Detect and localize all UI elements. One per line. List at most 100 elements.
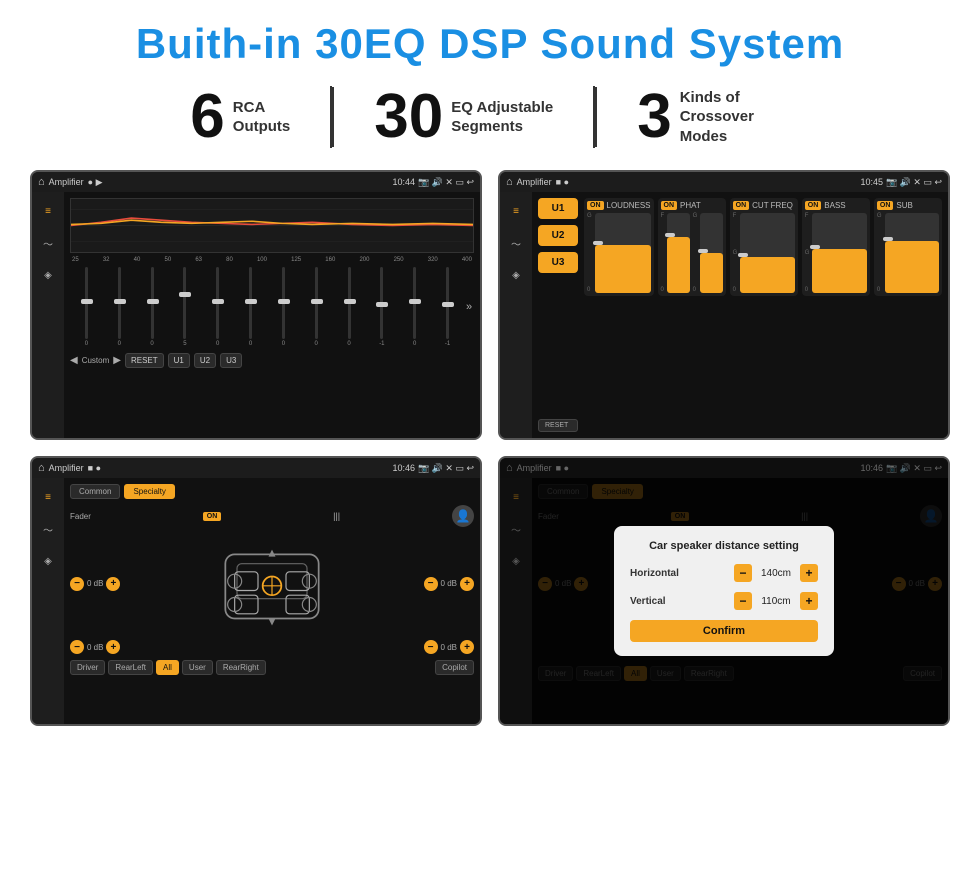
status-icons-fader: 📷 🔊 ✕ ▭ ↩: [418, 463, 474, 474]
eq-slider-6[interactable]: 0: [269, 267, 298, 347]
status-icons-crossover: 📷 🔊 ✕ ▭ ↩: [886, 177, 942, 188]
btn-copilot[interactable]: Copilot: [435, 660, 474, 675]
wave-icon[interactable]: 〜: [37, 232, 59, 254]
horizontal-minus[interactable]: −: [734, 564, 752, 582]
stat-text-crossover: Kinds of Crossover Modes: [680, 88, 790, 147]
horizontal-value: 140cm: [756, 568, 796, 579]
speaker-icon-c[interactable]: ◈: [505, 264, 527, 286]
db-controls-right: − 0 dB +: [424, 577, 474, 591]
fader-on-row: Fader ON ||| 👤: [70, 505, 474, 527]
eq-slider-7[interactable]: 0: [302, 267, 331, 347]
ch-cutfreq: ONCUT FREQ FG0: [730, 198, 798, 296]
side-icons-crossover: ≡ 〜 ◈: [500, 192, 532, 438]
u2-button[interactable]: U2: [194, 353, 216, 368]
prev-button[interactable]: ◀: [70, 355, 78, 366]
play-dots-fader: ■ ●: [88, 463, 101, 473]
play-dots: ● ▶: [88, 177, 103, 188]
sub-slider[interactable]: [885, 213, 939, 293]
ch-phat: ONPHAT F0 G0: [658, 198, 726, 296]
stat-text-rca: RCA Outputs: [233, 98, 291, 137]
tab-specialty[interactable]: Specialty: [124, 484, 174, 499]
eq-slider-1[interactable]: 0: [105, 267, 134, 347]
reset-crossover[interactable]: RESET: [538, 419, 578, 432]
eq-icon[interactable]: ≡: [37, 200, 59, 222]
db-plus-3[interactable]: +: [460, 640, 474, 654]
speaker-icon-f[interactable]: ◈: [37, 550, 59, 572]
btn-all[interactable]: All: [156, 660, 179, 675]
reset-button-eq[interactable]: RESET: [125, 353, 164, 368]
u2-preset[interactable]: U2: [538, 225, 578, 246]
eq-icon-c[interactable]: ≡: [505, 200, 527, 222]
db-value-0: 0 dB: [87, 579, 103, 588]
u3-button[interactable]: U3: [220, 353, 242, 368]
vertical-minus[interactable]: −: [734, 592, 752, 610]
status-bar-crossover: ⌂ Amplifier ■ ● 10:45 📷 🔊 ✕ ▭ ↩: [500, 172, 948, 192]
u1-button[interactable]: U1: [168, 353, 190, 368]
db-plus-1[interactable]: +: [460, 577, 474, 591]
side-icons-eq: ≡ 〜 ◈: [32, 192, 64, 438]
confirm-button[interactable]: Confirm: [630, 620, 818, 642]
crossover-presets: U1 U2 U3 RESET: [538, 198, 578, 432]
eq-icon-f[interactable]: ≡: [37, 486, 59, 508]
car-diagram: [202, 531, 342, 636]
more-icon[interactable]: »: [466, 301, 472, 313]
page-title: Buith-in 30EQ DSP Sound System: [30, 20, 950, 68]
play-button[interactable]: ▶: [113, 355, 121, 366]
crossover-channels-row: ONLOUDNESS G0: [584, 198, 942, 296]
cutfreq-slider[interactable]: [740, 213, 794, 293]
db-plus-0[interactable]: +: [106, 577, 120, 591]
screenshots-grid: ⌂ Amplifier ● ▶ 10:44 📷 🔊 ✕ ▭ ↩ ≡ 〜 ◈: [30, 170, 950, 726]
crossover-main: U1 U2 U3 RESET ONLOUDNESS G0: [532, 192, 948, 438]
custom-label: Custom: [82, 356, 110, 365]
u1-preset[interactable]: U1: [538, 198, 578, 219]
speaker-icon[interactable]: ◈: [37, 264, 59, 286]
distance-dialog: Car speaker distance setting Horizontal …: [614, 526, 834, 656]
eq-slider-2[interactable]: 0: [138, 267, 167, 347]
btn-user[interactable]: User: [182, 660, 213, 675]
screen-distance: ⌂ Amplifier ■ ● 10:46 📷 🔊 ✕ ▭ ↩ ≡ 〜 ◈: [498, 456, 950, 726]
fader-on-badge[interactable]: ON: [203, 512, 222, 521]
vertical-ctrl: − 110cm +: [734, 592, 818, 610]
home-icon-eq[interactable]: ⌂: [38, 176, 45, 188]
eq-slider-10[interactable]: 0: [400, 267, 429, 347]
wave-icon-c[interactable]: 〜: [505, 232, 527, 254]
db-minus-2[interactable]: −: [70, 640, 84, 654]
eq-sliders: 0 0 0 5: [70, 267, 474, 347]
phat-slider[interactable]: [667, 213, 689, 293]
btn-rearright[interactable]: RearRight: [216, 660, 266, 675]
eq-slider-3[interactable]: 5: [170, 267, 199, 347]
phat-slider2[interactable]: [700, 213, 722, 293]
horizontal-ctrl: − 140cm +: [734, 564, 818, 582]
db-ctrl-0: − 0 dB +: [70, 577, 120, 591]
btn-driver[interactable]: Driver: [70, 660, 105, 675]
home-icon-fader[interactable]: ⌂: [38, 462, 45, 474]
bass-slider[interactable]: [812, 213, 866, 293]
tab-common[interactable]: Common: [70, 484, 120, 499]
eq-slider-5[interactable]: 0: [236, 267, 265, 347]
fader-slider-label: |||: [333, 511, 340, 521]
u3-preset[interactable]: U3: [538, 252, 578, 273]
status-icons-eq: 📷 🔊 ✕ ▭ ↩: [418, 177, 474, 188]
loudness-slider[interactable]: [595, 213, 651, 293]
horizontal-plus[interactable]: +: [800, 564, 818, 582]
db-plus-2[interactable]: +: [106, 640, 120, 654]
eq-slider-8[interactable]: 0: [335, 267, 364, 347]
stats-row: 6 RCA Outputs 30 EQ Adjustable Segments …: [30, 86, 950, 148]
status-bar-eq: ⌂ Amplifier ● ▶ 10:44 📷 🔊 ✕ ▭ ↩: [32, 172, 480, 192]
db-minus-3[interactable]: −: [424, 640, 438, 654]
db-minus-0[interactable]: −: [70, 577, 84, 591]
eq-slider-4[interactable]: 0: [203, 267, 232, 347]
time-fader: 10:46: [392, 463, 415, 473]
horizontal-label: Horizontal: [630, 568, 679, 579]
vertical-plus[interactable]: +: [800, 592, 818, 610]
stat-number-rca: 6: [190, 86, 224, 148]
eq-slider-11[interactable]: -1: [433, 267, 462, 347]
btn-rearleft[interactable]: RearLeft: [108, 660, 153, 675]
eq-graph: [70, 198, 474, 253]
wave-icon-f[interactable]: 〜: [37, 518, 59, 540]
home-icon-crossover[interactable]: ⌂: [506, 176, 513, 188]
eq-slider-0[interactable]: 0: [72, 267, 101, 347]
eq-slider-9[interactable]: -1: [367, 267, 396, 347]
db-ctrl-3: − 0 dB +: [424, 640, 474, 654]
db-minus-1[interactable]: −: [424, 577, 438, 591]
